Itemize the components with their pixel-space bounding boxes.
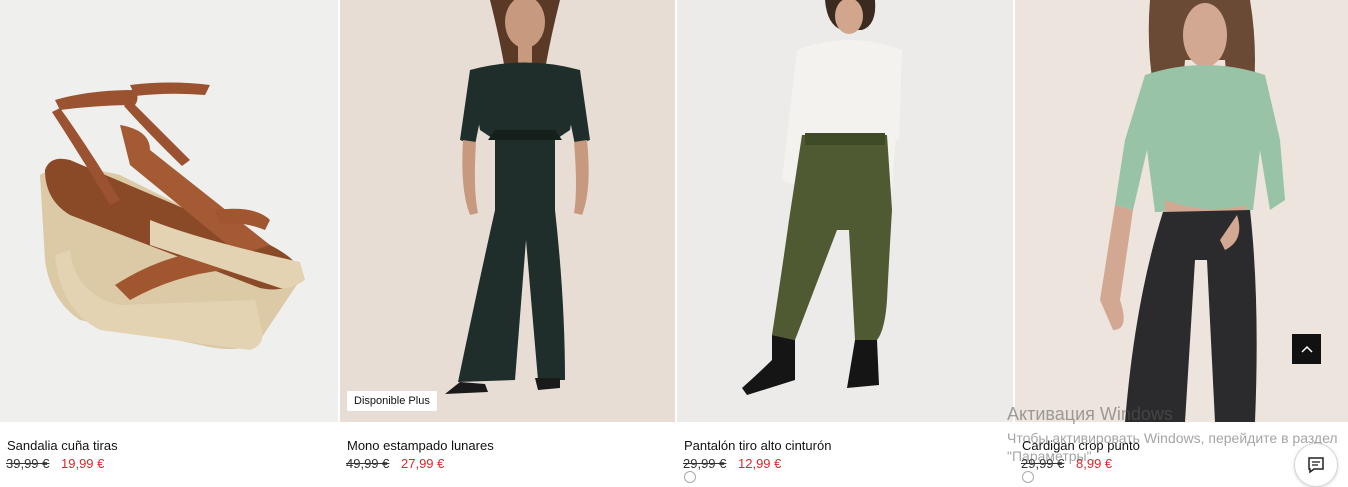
khaki-trousers-photo: [677, 0, 1013, 422]
chat-icon: [1308, 457, 1324, 474]
original-price: 29,99 €: [1021, 456, 1065, 471]
product-info: Sandalia cuña tiras 39,99 € 19,99 €: [0, 422, 338, 477]
product-info: Pantalón tiro alto cinturón 29,99 € 12,9…: [677, 422, 1013, 477]
chevron-up-icon: [1300, 345, 1313, 353]
original-price: 49,99 €: [346, 456, 390, 471]
product-name[interactable]: Pantalón tiro alto cinturón: [684, 438, 831, 453]
wedge-sandal-photo: [0, 0, 338, 422]
sale-price: 27,99 €: [401, 456, 445, 471]
sale-price: 19,99 €: [61, 456, 105, 471]
product-image[interactable]: [0, 0, 338, 422]
product-name[interactable]: Mono estampado lunares: [347, 438, 494, 453]
product-name[interactable]: Cardigan crop punto: [1022, 438, 1140, 453]
original-price: 29,99 €: [683, 456, 727, 471]
original-price: 39,99 €: [6, 456, 50, 471]
product-card[interactable]: Cardigan crop punto 29,99 € 8,99 €: [1015, 0, 1348, 477]
product-prices: 29,99 € 12,99 €: [683, 456, 781, 471]
product-prices: 39,99 € 19,99 €: [6, 456, 104, 471]
sale-price: 8,99 €: [1076, 456, 1113, 471]
product-card[interactable]: Sandalia cuña tiras 39,99 € 19,99 €: [0, 0, 338, 477]
plus-badge: Disponible Plus: [347, 391, 437, 411]
product-image[interactable]: [677, 0, 1013, 422]
color-swatch[interactable]: [684, 471, 696, 483]
color-swatch[interactable]: [1022, 471, 1034, 483]
scroll-to-top-button[interactable]: [1292, 334, 1321, 364]
chat-button[interactable]: [1294, 443, 1338, 487]
product-prices: 29,99 € 8,99 €: [1021, 456, 1112, 471]
product-image[interactable]: [340, 0, 675, 422]
jumpsuit-photo: [340, 0, 675, 422]
product-name[interactable]: Sandalia cuña tiras: [7, 438, 118, 453]
product-grid: Sandalia cuña tiras 39,99 € 19,99 € Disp…: [0, 0, 1348, 477]
product-prices: 49,99 € 27,99 €: [346, 456, 444, 471]
sale-price: 12,99 €: [738, 456, 782, 471]
product-card[interactable]: Disponible Plus Mono estampado lunares 4…: [340, 0, 675, 477]
product-card[interactable]: Pantalón tiro alto cinturón 29,99 € 12,9…: [677, 0, 1013, 477]
product-info: Mono estampado lunares 49,99 € 27,99 €: [340, 422, 675, 477]
